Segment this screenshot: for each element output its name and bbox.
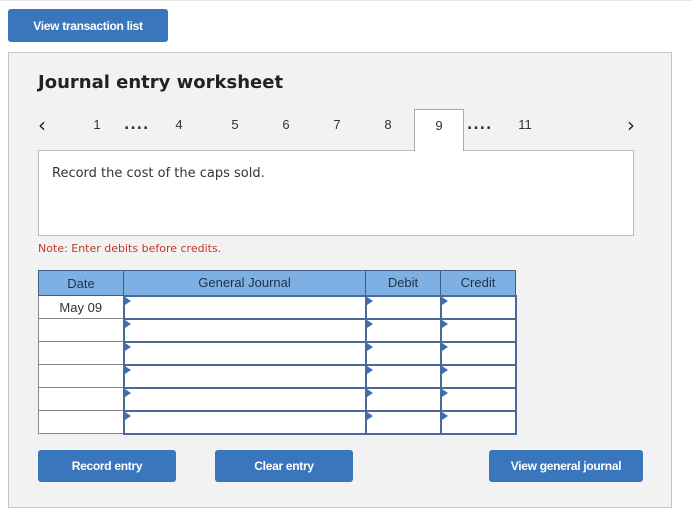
dropdown-indicator-icon <box>366 296 373 305</box>
note-text: Note: Enter debits before credits. <box>38 242 222 255</box>
date-cell <box>38 364 124 388</box>
debit-input[interactable] <box>364 386 442 412</box>
chevron-right-icon[interactable]: › <box>627 113 635 137</box>
table-header-row: Date General Journal Debit Credit <box>38 270 516 296</box>
account-input[interactable] <box>122 409 367 435</box>
dropdown-indicator-icon <box>124 388 131 397</box>
account-input[interactable] <box>122 294 367 320</box>
account-input[interactable] <box>122 363 367 389</box>
page-tab-5[interactable]: 5 <box>210 109 260 150</box>
dropdown-indicator-icon <box>124 365 131 374</box>
debit-input[interactable] <box>364 409 442 435</box>
header-general-journal: General Journal <box>123 270 366 296</box>
ellipsis: .... <box>467 117 493 133</box>
debit-input[interactable] <box>364 340 442 366</box>
dropdown-indicator-icon <box>124 411 131 420</box>
view-general-journal-button[interactable]: View general journal <box>489 450 643 482</box>
page-tab-4[interactable]: 4 <box>154 109 204 150</box>
date-cell <box>38 341 124 365</box>
page-navigation: ‹ 1 .... 4 5 6 7 8 9 .... 11 › <box>9 109 673 151</box>
dropdown-indicator-icon <box>441 365 448 374</box>
account-input[interactable] <box>122 317 367 343</box>
transaction-description-box: Record the cost of the caps sold. <box>38 150 634 236</box>
dropdown-indicator-icon <box>366 365 373 374</box>
page-tab-8[interactable]: 8 <box>363 109 413 150</box>
view-transaction-list-button[interactable]: View transaction list <box>8 9 168 42</box>
dropdown-indicator-icon <box>124 296 131 305</box>
credit-input[interactable] <box>439 409 517 435</box>
page-tab-1[interactable]: 1 <box>72 109 122 150</box>
date-cell: May 09 <box>38 295 124 319</box>
date-cell <box>38 410 124 434</box>
table-row: May 09 <box>38 294 517 320</box>
dropdown-indicator-icon <box>366 319 373 328</box>
dropdown-indicator-icon <box>366 342 373 351</box>
date-cell <box>38 318 124 342</box>
dropdown-indicator-icon <box>124 319 131 328</box>
credit-input[interactable] <box>439 340 517 366</box>
table-row <box>38 340 517 366</box>
account-input[interactable] <box>122 386 367 412</box>
credit-input[interactable] <box>439 386 517 412</box>
header-date: Date <box>38 270 124 296</box>
clear-entry-button[interactable]: Clear entry <box>215 450 353 482</box>
journal-entry-worksheet-panel: Journal entry worksheet ‹ 1 .... 4 5 6 7… <box>8 52 672 508</box>
date-cell <box>38 387 124 411</box>
dropdown-indicator-icon <box>366 388 373 397</box>
page-tab-9-active[interactable]: 9 <box>414 109 464 151</box>
table-row <box>38 386 517 412</box>
table-row <box>38 363 517 389</box>
credit-input[interactable] <box>439 317 517 343</box>
table-row <box>38 409 517 435</box>
chevron-left-icon[interactable]: ‹ <box>38 113 46 137</box>
header-debit: Debit <box>365 270 441 296</box>
debit-input[interactable] <box>364 294 442 320</box>
page-tab-11[interactable]: 11 <box>500 109 550 150</box>
dropdown-indicator-icon <box>441 342 448 351</box>
dropdown-indicator-icon <box>366 411 373 420</box>
dropdown-indicator-icon <box>441 296 448 305</box>
transaction-description: Record the cost of the caps sold. <box>52 166 265 181</box>
dropdown-indicator-icon <box>441 319 448 328</box>
account-input[interactable] <box>122 340 367 366</box>
dropdown-indicator-icon <box>441 388 448 397</box>
debit-input[interactable] <box>364 363 442 389</box>
page-tab-7[interactable]: 7 <box>312 109 362 150</box>
table-row <box>38 317 517 343</box>
credit-input[interactable] <box>439 363 517 389</box>
record-entry-button[interactable]: Record entry <box>38 450 176 482</box>
header-credit: Credit <box>440 270 516 296</box>
dropdown-indicator-icon <box>124 342 131 351</box>
ellipsis: .... <box>124 117 150 133</box>
page-tab-6[interactable]: 6 <box>261 109 311 150</box>
credit-input[interactable] <box>439 294 517 320</box>
debit-input[interactable] <box>364 317 442 343</box>
dropdown-indicator-icon <box>441 411 448 420</box>
journal-table: Date General Journal Debit Credit May 09 <box>38 270 517 435</box>
worksheet-title: Journal entry worksheet <box>38 72 284 93</box>
